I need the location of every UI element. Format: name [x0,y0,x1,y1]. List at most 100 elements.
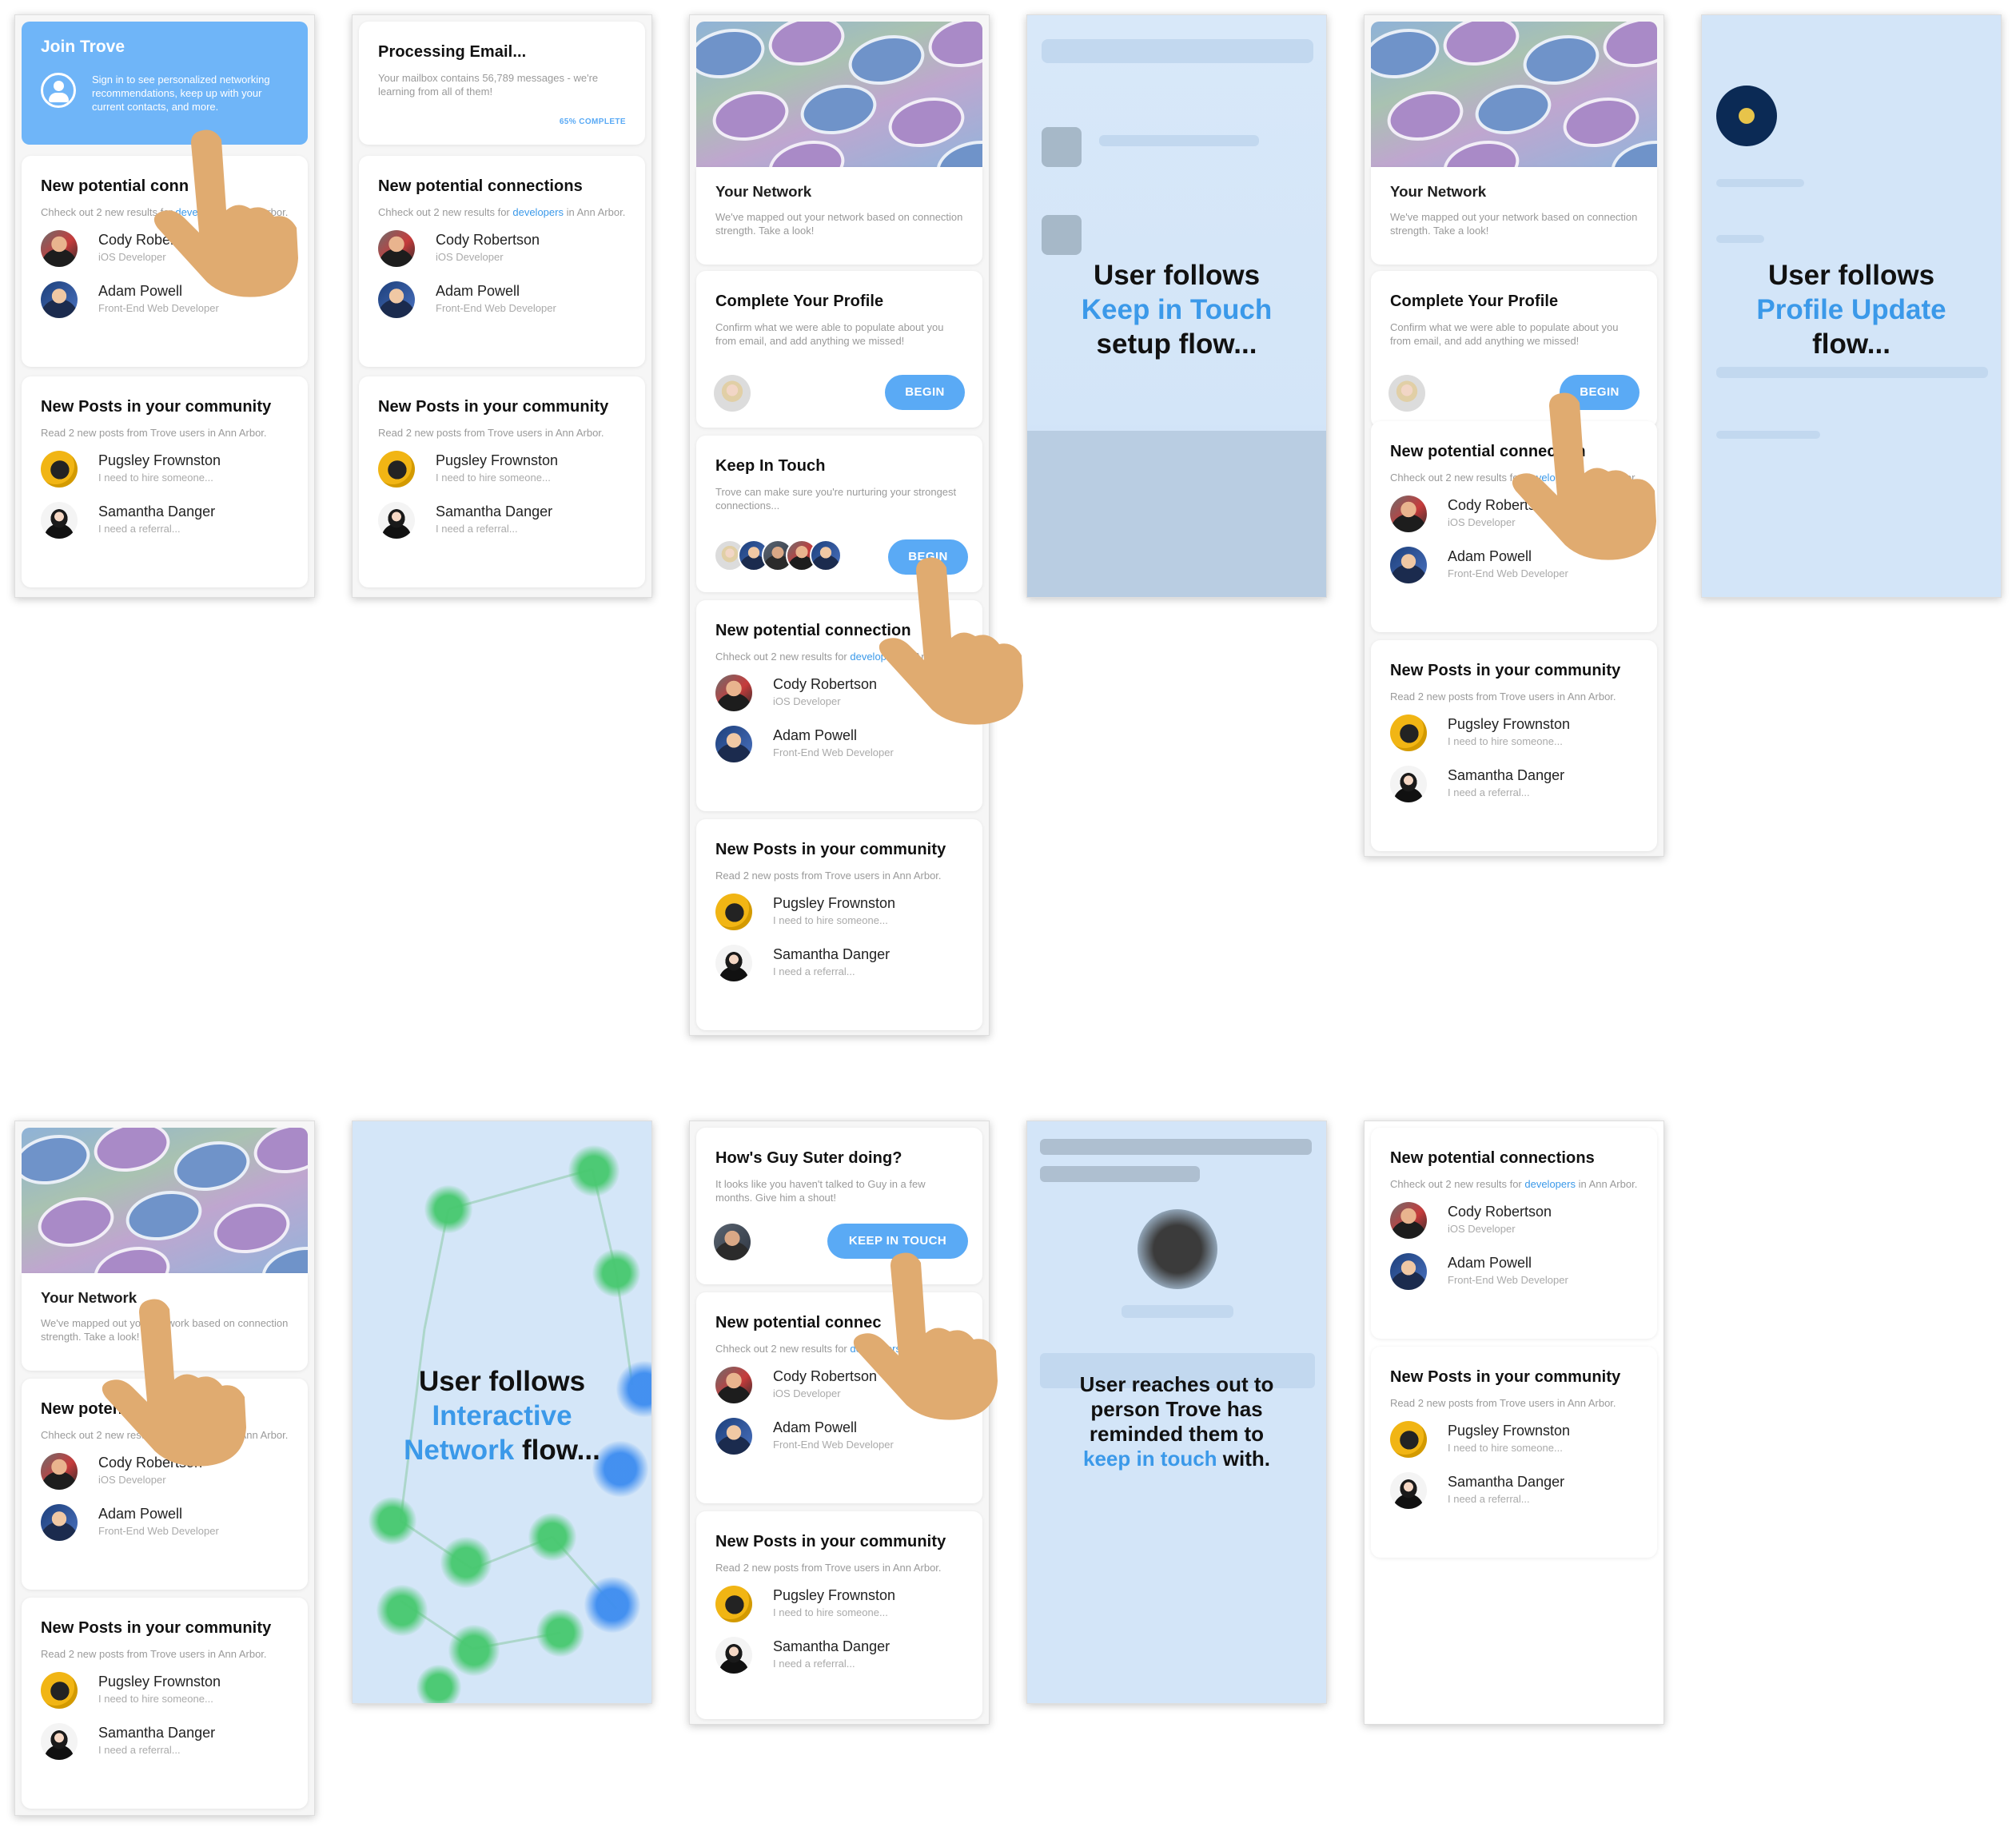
person-row[interactable]: Adam Powell Front-End Web Developer [715,722,963,766]
avatar [714,375,751,412]
person-name: Adam Powell [436,283,520,299]
avatar [810,539,842,571]
post-row[interactable]: Pugsley Frownston I need to hire someone.… [715,890,963,933]
avatar [715,894,752,930]
avatar [378,451,415,488]
person-row[interactable]: Cody Robertson iOS Developer [378,227,626,270]
processing-desc: Your mailbox contains 56,789 messages - … [378,72,599,98]
avatar [1390,1202,1427,1239]
profile-begin-button[interactable]: BEGIN [885,375,965,410]
posts-title: New Posts in your community [1390,662,1621,679]
network-bubble [22,1128,95,1192]
person-row[interactable]: Cody Robertson iOS Developer [1390,1199,1638,1242]
profile-title: Complete Your Profile [1390,293,1559,310]
posts-desc: Read 2 new posts from Trove users in Ann… [715,870,942,882]
post-row[interactable]: Samantha Danger I need a referral... [715,1634,963,1677]
post-row[interactable]: Samantha Danger I need a referral... [41,1720,289,1763]
network-map-banner[interactable] [22,1128,308,1273]
post-snippet: I need a referral... [773,1658,855,1670]
post-snippet: I need to hire someone... [98,472,213,484]
avatar [715,675,752,711]
avatar [1390,766,1427,802]
keep-in-touch-desc: Trove can make sure you're nurturing you… [715,486,957,511]
avatar [41,230,78,267]
post-row[interactable]: Pugsley Frownston I need to hire someone.… [41,448,289,491]
network-bubble [89,1240,175,1273]
avatar [715,945,752,981]
contact-row-blurred [1099,135,1259,146]
network-card[interactable]: Your Network We've mapped out your netwo… [696,167,982,265]
avatar [378,230,415,267]
post-row[interactable]: Pugsley Frownston I need to hire someone.… [1390,711,1638,754]
posts-card[interactable]: New Posts in your community Read 2 new p… [22,376,308,587]
connections-card[interactable]: New potential connections Chheck out 2 n… [359,156,645,367]
post-row[interactable]: Samantha Danger I need a referral... [1390,762,1638,806]
avatar [1390,496,1427,532]
guy-desc: It looks like you haven't talked to Guy … [715,1178,926,1204]
post-row[interactable]: Samantha Danger I need a referral... [378,499,626,542]
person-row[interactable]: Adam Powell Front-End Web Developer [41,1501,289,1544]
network-bubble [1382,84,1468,148]
person-name: Adam Powell [773,727,858,743]
post-snippet: I need to hire someone... [773,1606,888,1618]
connections-title: New potential connections [1390,1149,1595,1167]
post-row[interactable]: Pugsley Frownston I need to hire someone.… [715,1582,963,1626]
posts-card[interactable]: New Posts in your community Read 2 new p… [1371,640,1657,851]
profile-desc: Confirm what we were able to populate ab… [1390,321,1619,347]
contact-name-blurred [1122,1305,1233,1318]
network-map-banner[interactable] [696,22,982,167]
person-name: Pugsley Frownston [98,452,221,468]
avatar [41,1723,78,1760]
post-snippet: I need a referral... [98,1744,181,1756]
posts-card[interactable]: New Posts in your community Read 2 new p… [359,376,645,587]
person-role: Front-End Web Developer [436,302,556,314]
avatar [1390,714,1427,751]
posts-card[interactable]: New Posts in your community Read 2 new p… [696,1511,982,1719]
posts-title: New Posts in your community [378,398,609,416]
screen-profile-update-flow: User follows Profile Update flow... [1701,14,2002,598]
avatar [715,1586,752,1622]
posts-desc: Read 2 new posts from Trove users in Ann… [1390,1397,1616,1409]
join-trove-text: Sign in to see personalized networking r… [92,74,270,113]
person-name: Adam Powell [98,1506,183,1522]
network-node [424,1185,472,1233]
screen-join-trove: Join Trove Sign in to see personalized n… [14,14,315,598]
network-bubble [843,28,930,92]
post-snippet: I need a referral... [98,523,181,535]
connections-card[interactable]: New potential connections Chheck out 2 n… [1371,1128,1657,1339]
form-field-blurred [1716,179,1804,187]
person-name: Samantha Danger [773,1638,890,1654]
tap-hand-icon [853,1252,998,1420]
person-role: Front-End Web Developer [1448,567,1568,579]
post-snippet: I need to hire someone... [436,472,551,484]
network-bubble [1518,28,1604,92]
person-role: iOS Developer [773,695,841,707]
network-node [584,1577,640,1633]
person-row[interactable]: Adam Powell Front-End Web Developer [1390,1250,1638,1293]
posts-card[interactable]: New Posts in your community Read 2 new p… [696,819,982,1030]
tap-hand-icon [879,557,1023,725]
network-map-banner[interactable] [1371,22,1657,167]
post-row[interactable]: Pugsley Frownston I need to hire someone.… [1390,1418,1638,1461]
network-title: Your Network [715,183,812,200]
post-row[interactable]: Samantha Danger I need a referral... [715,941,963,985]
post-row[interactable]: Pugsley Frownston I need to hire someone.… [378,448,626,491]
avatar [1388,375,1425,412]
person-row[interactable]: Adam Powell Front-End Web Developer [378,278,626,321]
posts-card[interactable]: New Posts in your community Read 2 new p… [1371,1347,1657,1558]
post-snippet: I need to hire someone... [1448,1442,1563,1454]
post-row[interactable]: Samantha Danger I need a referral... [41,499,289,542]
post-row[interactable]: Pugsley Frownston I need to hire someone.… [41,1669,289,1712]
message-text-blurred [1040,1166,1200,1182]
avatar [41,1453,78,1490]
profile-card[interactable]: Complete Your Profile Confirm what we we… [696,271,982,428]
processing-title: Processing Email... [378,43,527,61]
posts-card[interactable]: New Posts in your community Read 2 new p… [22,1598,308,1809]
contact-avatar-blurred [1137,1209,1217,1289]
person-role: Front-End Web Developer [98,302,219,314]
person-name: Pugsley Frownston [98,1674,221,1690]
network-card[interactable]: Your Network We've mapped out your netwo… [1371,167,1657,265]
post-row[interactable]: Samantha Danger I need a referral... [1390,1469,1638,1512]
connections-title: New potential connections [378,177,583,195]
keep-in-touch-overlay-text: User follows Keep in Touch setup flow... [1081,260,1273,360]
